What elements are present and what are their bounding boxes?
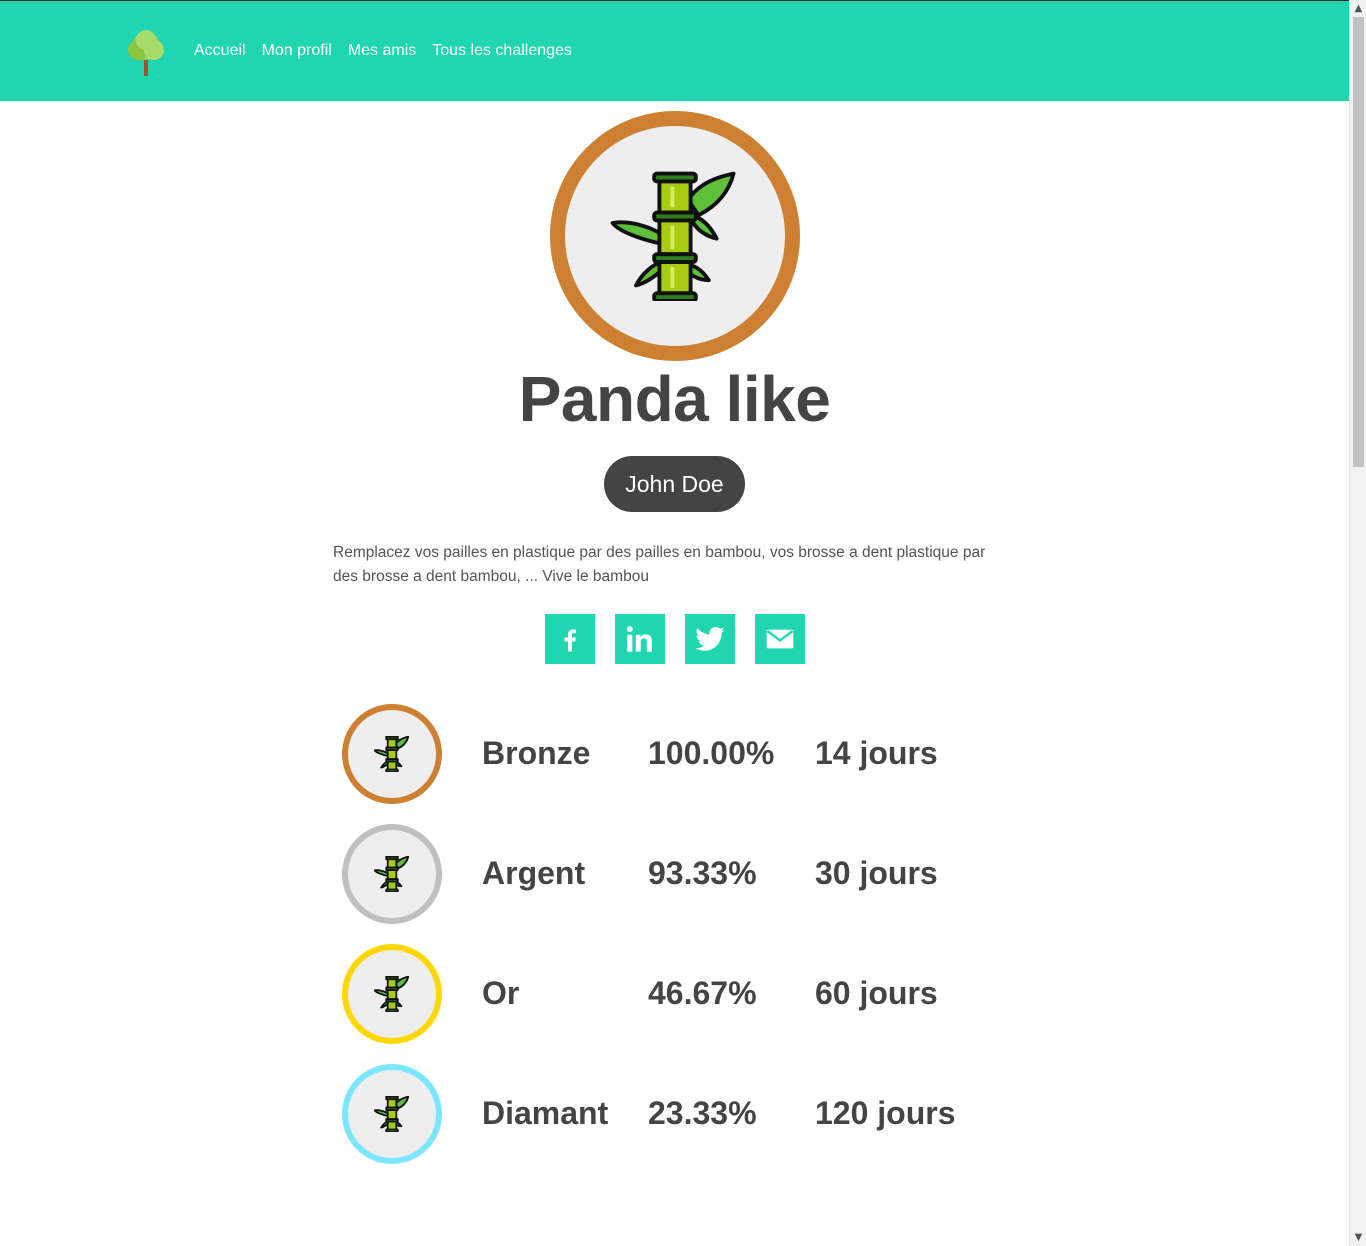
- level-badge-or: [342, 944, 442, 1044]
- facebook-share-button[interactable]: [545, 614, 595, 664]
- nav-link-tous-les-challenges[interactable]: Tous les challenges: [432, 42, 572, 60]
- linkedin-share-button[interactable]: [615, 614, 665, 664]
- level-name: Bronze: [482, 735, 591, 771]
- twitter-share-button[interactable]: [685, 614, 735, 664]
- author-button[interactable]: John Doe: [604, 456, 745, 512]
- twitter-icon: [695, 627, 725, 651]
- level-percent: 100.00%: [648, 735, 775, 771]
- scroll-up-arrow-icon[interactable]: ▲: [1350, 0, 1366, 17]
- tree-logo-icon[interactable]: [126, 26, 166, 78]
- level-row-bronze: Bronze 100.00% 14 jours: [342, 704, 1042, 824]
- level-name: Diamant: [482, 1095, 609, 1131]
- level-percent: 93.33%: [648, 855, 757, 891]
- nav-link-mes-amis[interactable]: Mes amis: [348, 42, 416, 60]
- share-buttons: [545, 614, 805, 664]
- level-badge-argent: [342, 824, 442, 924]
- linkedin-icon: [626, 626, 652, 652]
- level-name: Or: [482, 975, 520, 1011]
- level-name: Argent: [482, 855, 586, 891]
- bamboo-icon: [374, 976, 410, 1012]
- scroll-down-arrow-icon[interactable]: ▼: [1350, 1229, 1366, 1246]
- bamboo-icon: [374, 1096, 410, 1132]
- level-badge-diamant: [342, 1064, 442, 1164]
- level-percent: 46.67%: [648, 975, 757, 1011]
- level-percent: 23.33%: [648, 1095, 757, 1131]
- bamboo-icon: [374, 856, 410, 892]
- page-scrollbar[interactable]: ▲ ▼: [1349, 0, 1366, 1246]
- bamboo-icon: [610, 171, 736, 301]
- email-icon: [766, 629, 794, 649]
- level-row-argent: Argent 93.33% 30 jours: [342, 824, 1042, 944]
- challenge-description: Remplacez vos pailles en plastique par d…: [333, 544, 986, 585]
- nav-link-accueil[interactable]: Accueil: [194, 42, 246, 60]
- level-duration: 14 jours: [815, 735, 938, 771]
- nav-link-mon-profil[interactable]: Mon profil: [262, 42, 332, 60]
- top-navbar: Accueil Mon profil Mes amis Tous les cha…: [0, 0, 1349, 101]
- email-share-button[interactable]: [755, 614, 805, 664]
- level-row-diamant: Diamant 23.33% 120 jours: [342, 1064, 1042, 1184]
- level-duration: 60 jours: [815, 975, 938, 1011]
- level-duration: 120 jours: [815, 1095, 956, 1131]
- challenge-badge: [550, 111, 800, 361]
- level-duration: 30 jours: [815, 855, 938, 891]
- challenge-title: Panda like: [518, 363, 831, 435]
- level-list: Bronze 100.00% 14 jours Argent 93.33% 30…: [342, 704, 1042, 1184]
- level-badge-bronze: [342, 704, 442, 804]
- level-row-or: Or 46.67% 60 jours: [342, 944, 1042, 1064]
- scroll-thumb[interactable]: [1353, 17, 1364, 467]
- bamboo-icon: [374, 736, 410, 772]
- facebook-icon: [564, 629, 576, 652]
- nav-links: Accueil Mon profil Mes amis Tous les cha…: [194, 42, 572, 60]
